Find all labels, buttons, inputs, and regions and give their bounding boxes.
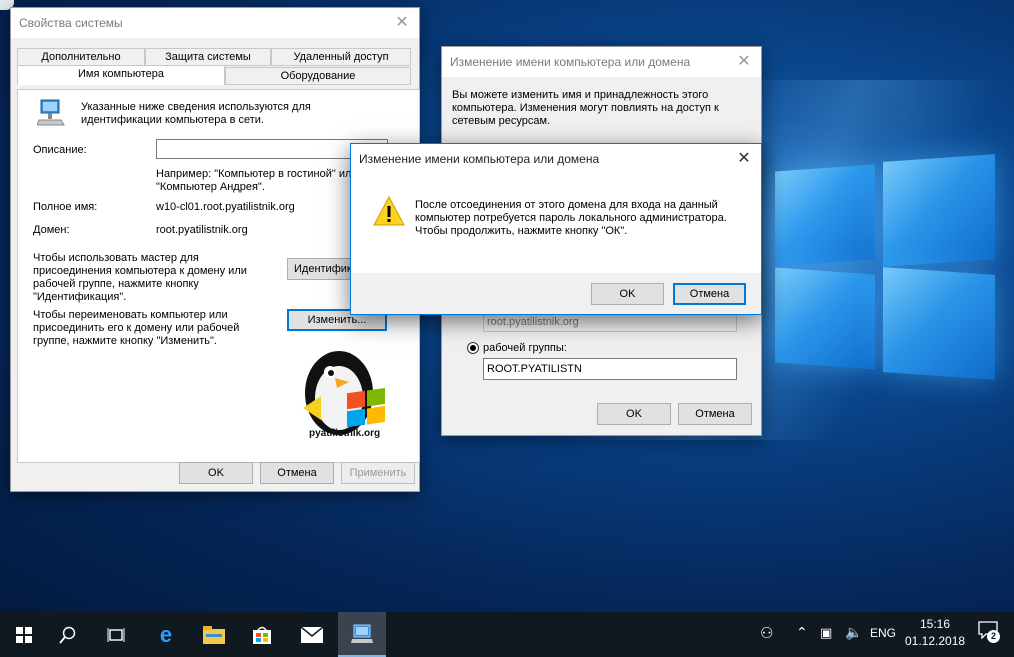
notification-center[interactable]: 2 — [978, 621, 1002, 647]
logo-pane-br — [883, 267, 995, 380]
domain-value: root.pyatilistnik.org — [156, 224, 248, 236]
edge-icon[interactable]: e — [142, 612, 190, 657]
windows-logo — [745, 150, 995, 380]
notification-count-badge: 2 — [987, 630, 1000, 643]
cancel-button[interactable]: Отмена — [260, 462, 334, 484]
chevron-up-icon[interactable]: ⌃ — [796, 624, 808, 641]
description-label: Описание: — [33, 144, 87, 156]
fullname-value: w10-cl01.root.pyatilistnik.org — [156, 201, 295, 213]
confirm-title: Изменение имени компьютера или домена — [359, 152, 600, 166]
confirm-dialog-window: Изменение имени компьютера или домена ✕ … — [350, 143, 762, 315]
logo-pane-tl — [775, 164, 875, 267]
tab-advanced[interactable]: Дополнительно — [17, 48, 145, 66]
rename-cancel-button[interactable]: Отмена — [678, 403, 752, 425]
penguin-logo: pyatilistnik.org — [299, 348, 399, 448]
logo-pane-tr — [883, 154, 995, 267]
sysprops-titlebar[interactable]: Свойства системы ✕ — [11, 8, 419, 38]
clock-time: 15:16 — [919, 617, 951, 631]
workgroup-radio[interactable] — [467, 342, 479, 354]
description-example: Например: "Компьютер в гостиной" или "Ко… — [156, 168, 358, 193]
computer-icon — [36, 98, 65, 126]
close-icon[interactable]: ✕ — [391, 13, 413, 33]
confirm-titlebar[interactable]: Изменение имени компьютера или домена ✕ — [351, 144, 761, 172]
people-icon[interactable]: ⚇ — [760, 624, 773, 642]
tab-hardware[interactable]: Оборудование — [225, 67, 411, 85]
sysprops-title: Свойства системы — [19, 16, 123, 30]
tab-remote-access[interactable]: Удаленный доступ — [271, 48, 411, 66]
windows-start-icon[interactable] — [0, 612, 48, 657]
rename-title: Изменение имени компьютера или домена — [450, 55, 691, 69]
store-icon[interactable] — [238, 612, 286, 657]
domain-name-input — [483, 312, 737, 332]
confirm-ok-button[interactable]: OK — [591, 283, 664, 305]
rename-text: Чтобы переименовать компьютер или присое… — [33, 309, 240, 347]
language-indicator[interactable]: ENG — [870, 626, 896, 640]
search-icon[interactable] — [44, 612, 92, 657]
watermark-text: pyatilistnik.org — [309, 428, 381, 439]
warning-icon — [373, 195, 405, 226]
workgroup-label: рабочей группы: — [483, 342, 567, 354]
task-view-icon[interactable] — [92, 612, 140, 657]
rename-intro: Вы можете изменить имя и принадлежность … — [452, 89, 719, 127]
fullname-label: Полное имя: — [33, 201, 98, 213]
tab-computer-name[interactable]: Имя компьютера — [17, 65, 225, 85]
mail-icon[interactable] — [288, 612, 336, 657]
tab-system-protection[interactable]: Защита системы — [145, 48, 271, 66]
apply-button: Применить — [341, 462, 415, 484]
workgroup-input[interactable] — [483, 358, 737, 380]
rename-titlebar[interactable]: Изменение имени компьютера или домена ✕ — [442, 47, 761, 77]
intro-text: Указанные ниже сведения используются для… — [81, 101, 311, 126]
wizard-text: Чтобы использовать мастер для присоедине… — [33, 252, 247, 303]
file-explorer-icon[interactable] — [190, 612, 238, 657]
network-icon[interactable]: ▣ — [820, 625, 832, 641]
domain-label: Домен: — [33, 224, 70, 236]
confirm-cancel-button[interactable]: Отмена — [673, 283, 746, 305]
rename-ok-button[interactable]: OK — [597, 403, 671, 425]
clock-date: 01.12.2018 — [905, 634, 966, 648]
ok-button[interactable]: OK — [179, 462, 253, 484]
close-icon[interactable]: ✕ — [733, 52, 755, 72]
close-icon[interactable]: ✕ — [733, 149, 755, 169]
taskbar: e ⚇ ⌃ ▣ 🔈 ENG 15:16 01.12.2018 2 — [0, 612, 1014, 657]
logo-pane-bl — [775, 267, 875, 370]
volume-icon[interactable]: 🔈 — [845, 624, 862, 641]
confirm-message: После отсоединения от этого домена для в… — [415, 199, 727, 237]
clock[interactable]: 15:16 01.12.2018 — [905, 617, 965, 648]
system-properties-icon[interactable] — [338, 612, 386, 657]
